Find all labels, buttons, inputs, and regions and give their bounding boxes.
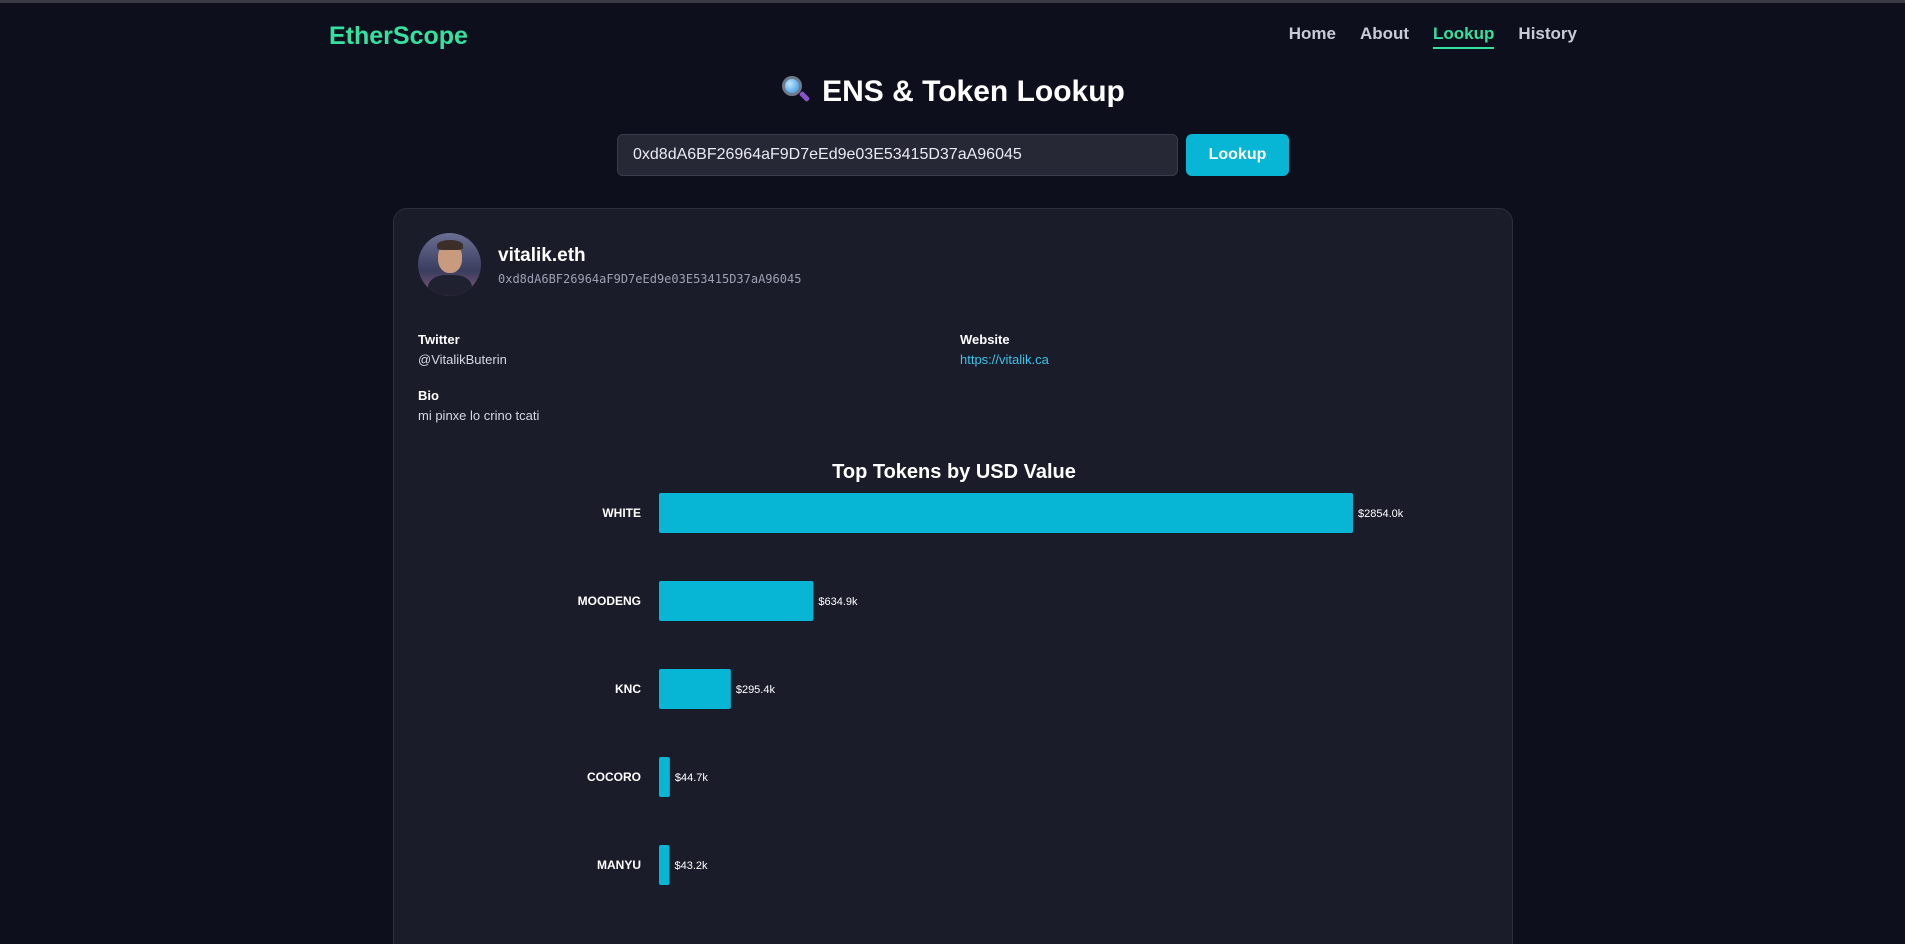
- nav-about[interactable]: About: [1360, 24, 1409, 49]
- bar-label-moodeng: MOODENG: [578, 594, 641, 608]
- bar-manyu[interactable]: [659, 845, 670, 885]
- bar-cocoro[interactable]: [659, 757, 670, 797]
- lookup-button[interactable]: Lookup: [1186, 134, 1289, 176]
- page-title: ENS & Token Lookup: [0, 74, 1905, 109]
- address-search-input[interactable]: [617, 134, 1178, 176]
- bar-label-cocoro: COCORO: [587, 770, 641, 784]
- nav-lookup[interactable]: Lookup: [1433, 24, 1495, 49]
- bar-label-manyu: MANYU: [597, 858, 641, 872]
- magnifying-glass-icon: [780, 74, 811, 104]
- bar-moodeng[interactable]: [659, 581, 814, 621]
- profile-card: vitalik.eth 0xd8dA6BF26964aF9D7eEd9e03E5…: [393, 208, 1513, 944]
- bar-knc[interactable]: [659, 669, 731, 709]
- token-bar-chart: WHITE $2854.0k MOODENG $634.9k KNC $295.4k COC…: [578, 493, 1404, 885]
- nav-history[interactable]: History: [1518, 24, 1577, 49]
- nav-home[interactable]: Home: [1289, 24, 1336, 49]
- main-nav: Home About Lookup History: [1289, 24, 1577, 49]
- bar-value-manyu: $43.2k: [675, 860, 709, 872]
- bar-value-knc: $295.4k: [736, 684, 776, 696]
- bar-value-cocoro: $44.7k: [675, 772, 709, 784]
- bar-value-moodeng: $634.9k: [818, 596, 858, 608]
- site-header: EtherScope Home About Lookup History: [0, 0, 1905, 70]
- bar-value-white: $2854.0k: [1358, 508, 1404, 520]
- site-logo[interactable]: EtherScope: [329, 22, 468, 51]
- bar-white[interactable]: [659, 493, 1353, 533]
- bar-label-white: WHITE: [602, 506, 641, 520]
- bar-label-knc: KNC: [615, 682, 641, 696]
- page-title-text: ENS & Token Lookup: [822, 75, 1125, 108]
